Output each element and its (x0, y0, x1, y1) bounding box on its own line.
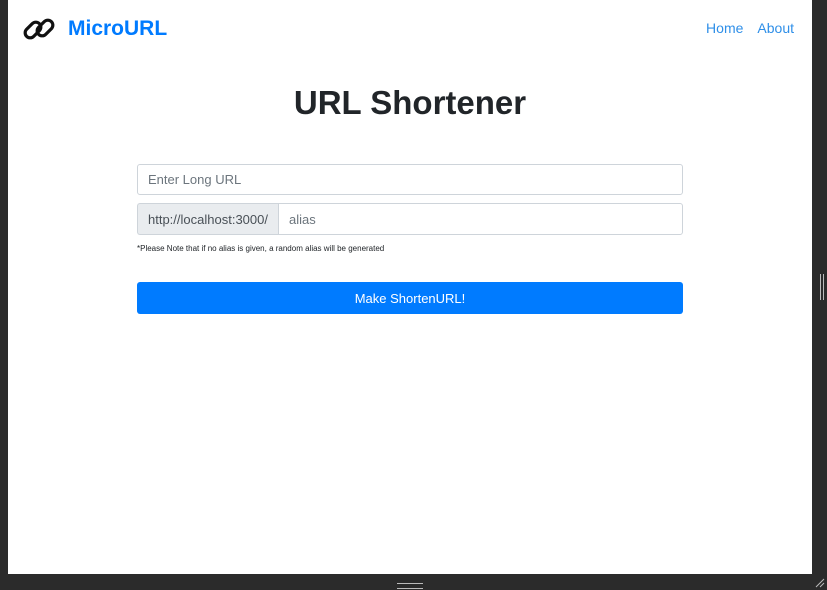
shorten-form: http://localhost:3000/ *Please Note that… (137, 164, 683, 314)
alias-input[interactable] (277, 203, 683, 235)
make-short-url-button[interactable]: Make ShortenURL! (137, 282, 683, 314)
alias-input-group: http://localhost:3000/ (137, 203, 683, 235)
resize-grip-icon[interactable] (813, 576, 825, 588)
side-resize-handle[interactable] (820, 274, 824, 300)
browser-viewport: MicroURL Home About URL Shortener http:/… (0, 0, 812, 574)
link-icon (23, 18, 55, 40)
alias-note: *Please Note that if no alias is given, … (137, 244, 385, 253)
page-title: URL Shortener (293, 84, 527, 121)
brand[interactable]: MicroURL (20, 10, 167, 48)
nav-links: Home About (706, 20, 794, 36)
nav-link-about[interactable]: About (757, 20, 794, 36)
brand-name: MicroURL (68, 17, 168, 40)
navbar: MicroURL Home About (8, 0, 812, 56)
alias-prefix: http://localhost:3000/ (137, 203, 278, 235)
bottom-resize-handle[interactable] (397, 583, 423, 589)
long-url-input[interactable] (137, 164, 683, 195)
nav-link-home[interactable]: Home (706, 20, 743, 36)
